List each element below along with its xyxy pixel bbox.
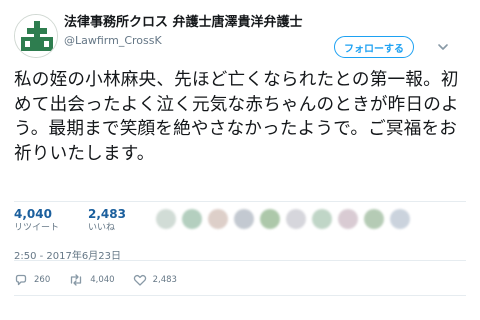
liker-avatar[interactable]: [286, 209, 306, 229]
avatar[interactable]: [14, 14, 58, 58]
like-stat[interactable]: 2,483 いいね: [88, 207, 126, 235]
heart-icon: [133, 274, 146, 286]
like-stat-count: 2,483: [88, 207, 126, 221]
retweet-stat[interactable]: 4,040 リツイート: [14, 207, 59, 235]
retweet-stat-label: リツイート: [14, 223, 60, 233]
tweet-card: 法律事務所クロス 弁護士唐澤貴洋弁護士 @Lawfirm_CrossK フォロー…: [0, 0, 480, 320]
like-count: 2,483: [152, 275, 177, 285]
divider: [14, 201, 466, 202]
reply-icon: [15, 274, 27, 286]
chevron-down-icon[interactable]: [436, 40, 450, 54]
display-name[interactable]: 法律事務所クロス 弁護士唐澤貴洋弁護士: [64, 14, 334, 31]
law-firm-logo-icon: [15, 15, 57, 57]
retweet-count: 4,040: [90, 275, 115, 285]
liker-avatars: [156, 209, 410, 231]
like-button[interactable]: 2,483: [133, 273, 177, 287]
liker-avatar[interactable]: [338, 209, 358, 229]
retweet-stat-count: 4,040: [14, 207, 52, 221]
tweet-actions: 260 4,040 2,483: [14, 272, 195, 288]
liker-avatar[interactable]: [208, 209, 228, 229]
liker-avatar[interactable]: [182, 209, 202, 229]
liker-avatar[interactable]: [364, 209, 384, 229]
user-info: 法律事務所クロス 弁護士唐澤貴洋弁護士 @Lawfirm_CrossK: [64, 14, 334, 49]
divider: [14, 260, 466, 261]
retweet-button[interactable]: 4,040: [68, 273, 115, 287]
divider: [14, 295, 466, 296]
liker-avatar[interactable]: [312, 209, 332, 229]
retweet-icon: [71, 274, 82, 286]
liker-avatar[interactable]: [260, 209, 280, 229]
liker-avatar[interactable]: [234, 209, 254, 229]
user-handle[interactable]: @Lawfirm_CrossK: [64, 33, 334, 49]
reply-button[interactable]: 260: [14, 273, 50, 287]
follow-button[interactable]: フォローする: [334, 36, 414, 58]
liker-avatar[interactable]: [390, 209, 410, 229]
reply-count: 260: [34, 275, 51, 285]
tweet-text: 私の姪の小林麻央、先ほど亡くなられたとの第一報。初めて出会ったよく泣く元気な赤ち…: [14, 70, 459, 164]
liker-avatar[interactable]: [156, 209, 176, 229]
like-stat-label: いいね: [88, 223, 116, 233]
